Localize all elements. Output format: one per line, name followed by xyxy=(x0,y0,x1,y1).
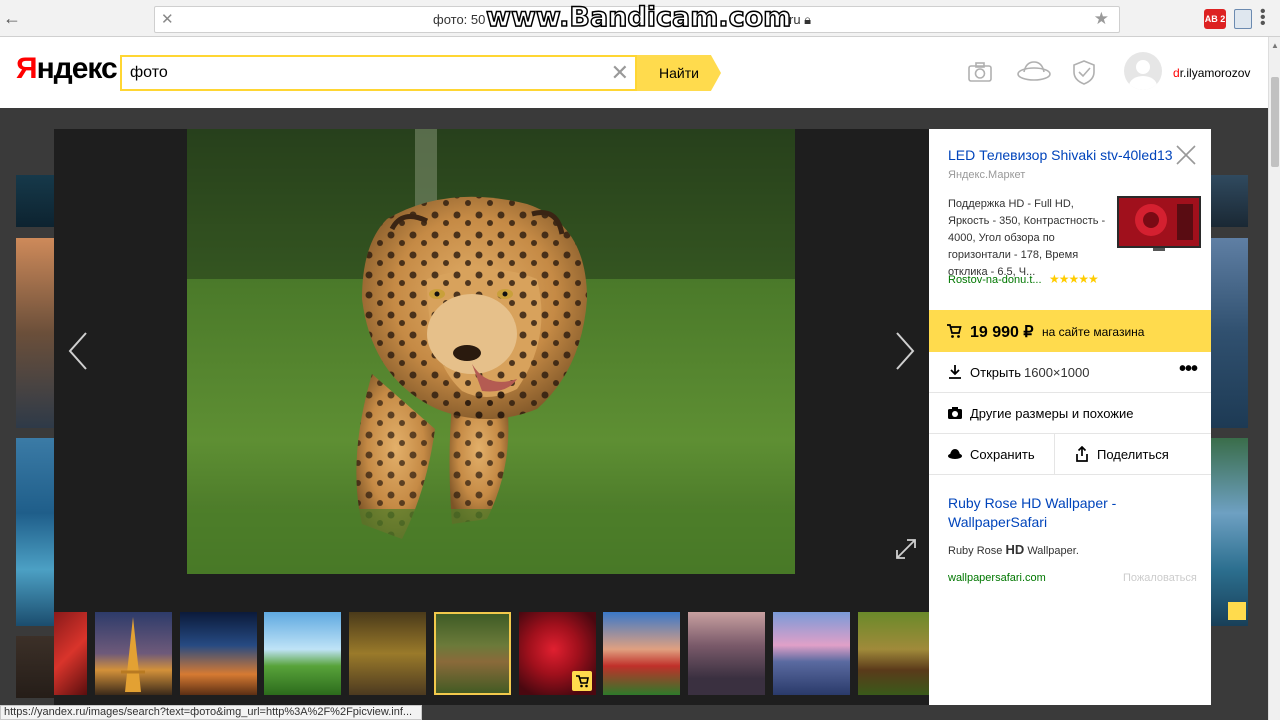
browser-menu-icon[interactable]: • • • xyxy=(1260,4,1266,32)
similar-images-row[interactable]: Другие размеры и похожие xyxy=(929,393,1211,434)
clear-search-icon[interactable]: ✕ xyxy=(611,60,629,86)
save-button[interactable]: Сохранить xyxy=(929,434,1055,475)
previous-arrow-icon[interactable] xyxy=(64,329,94,373)
address-tail: ru 🔒︎ xyxy=(789,12,812,27)
price-where: на сайте магазина xyxy=(1042,325,1145,339)
next-arrow-icon[interactable] xyxy=(889,329,919,373)
save-label: Сохранить xyxy=(970,447,1035,462)
share-icon xyxy=(1076,446,1088,462)
cart-icon xyxy=(572,671,592,691)
thumbnail-city-aerial[interactable] xyxy=(688,612,765,695)
result-tile[interactable] xyxy=(1211,438,1248,626)
close-tab-icon[interactable]: ✕ xyxy=(161,10,174,28)
collections-icon xyxy=(948,449,962,459)
thumbnail-eiffel-tower[interactable] xyxy=(95,612,172,695)
product-image[interactable] xyxy=(1117,196,1201,253)
bookmark-star-icon[interactable]: ★ xyxy=(1094,9,1109,29)
result-tile[interactable] xyxy=(16,438,54,626)
avatar[interactable] xyxy=(1124,52,1162,90)
cart-icon xyxy=(947,324,962,338)
scrollbar-thumb[interactable] xyxy=(1271,77,1279,167)
store-link[interactable]: Rostov-na-donu.t... xyxy=(948,274,1042,286)
back-arrow-icon[interactable]: ← xyxy=(2,8,22,28)
product-title-link[interactable]: LED Телевизор Shivaki stv-40led13 xyxy=(948,147,1173,163)
open-image-row[interactable]: Открыть 1600×1000 ••• xyxy=(929,352,1211,393)
share-label: Поделиться xyxy=(1097,447,1169,462)
thumbnail-red-car[interactable] xyxy=(54,612,87,695)
search-input[interactable] xyxy=(130,63,600,83)
thumbnail-city-night[interactable] xyxy=(180,612,257,695)
buy-price-button[interactable]: 19 990 ₽ на сайте магазина xyxy=(929,310,1211,352)
shield-icon[interactable] xyxy=(1070,58,1098,86)
yandex-logo[interactable]: Яндекс xyxy=(16,52,118,86)
extension-icon[interactable] xyxy=(1234,9,1252,29)
result-tile[interactable] xyxy=(16,636,54,698)
search-button[interactable]: Найти xyxy=(637,55,721,91)
related-description: Ruby Rose HD Wallpaper. xyxy=(948,542,1079,557)
thumbnail-atv[interactable] xyxy=(349,612,426,695)
camera-search-icon xyxy=(948,407,962,419)
thumbnail-red-rose[interactable] xyxy=(519,612,596,695)
thumbnail-tulip-field[interactable] xyxy=(603,612,680,695)
result-tile[interactable] xyxy=(1211,238,1248,428)
save-share-row: Сохранить Поделиться xyxy=(929,434,1211,475)
adblock-extension-icon[interactable]: AB 2 xyxy=(1204,9,1226,29)
share-button[interactable]: Поделиться xyxy=(1056,434,1211,475)
camera-search-icon[interactable] xyxy=(966,58,994,86)
username[interactable]: dr.ilyamorozov xyxy=(1173,66,1250,80)
product-source: Яндекс.Маркет xyxy=(948,169,1026,181)
related-site-link[interactable]: wallpapersafari.com xyxy=(948,572,1046,584)
cart-badge-icon xyxy=(1228,602,1246,620)
more-icon[interactable]: ••• xyxy=(1179,358,1198,381)
collections-icon[interactable] xyxy=(1016,58,1052,86)
price: 19 990 ₽ xyxy=(970,324,1034,341)
scroll-up-icon[interactable]: ▲ xyxy=(1271,41,1279,50)
result-tile[interactable] xyxy=(16,238,54,428)
rating-stars: ★★★★★ xyxy=(1049,272,1099,286)
image-viewer xyxy=(54,129,929,705)
product-description: Поддержка HD - Full HD, Яркость - 350, К… xyxy=(948,198,1106,278)
yandex-header: Яндекс ✕ Найти dr.ilyamorozov xyxy=(0,37,1268,108)
image-dimensions: 1600×1000 xyxy=(1024,365,1090,380)
download-icon xyxy=(949,365,961,379)
address-text: фото: 50 xyxy=(433,12,486,27)
result-tile[interactable] xyxy=(1211,175,1248,227)
thumbnail-jaguar[interactable] xyxy=(434,612,511,695)
fullscreen-icon[interactable] xyxy=(894,537,918,561)
search-box: ✕ xyxy=(120,55,637,91)
close-icon[interactable] xyxy=(1174,143,1198,167)
recording-watermark: www.Bandicam.com xyxy=(485,1,792,34)
complain-link[interactable]: Пожаловаться xyxy=(1123,572,1197,584)
status-bar-url: https://yandex.ru/images/search?text=фот… xyxy=(0,705,422,720)
similar-label: Другие размеры и похожие xyxy=(970,406,1134,421)
thumbnail-forest-cabin[interactable] xyxy=(858,612,929,695)
result-tile[interactable] xyxy=(16,175,54,227)
thumbnail-green-field[interactable] xyxy=(264,612,341,695)
thumbnail-strip xyxy=(54,611,929,695)
related-title-link[interactable]: Ruby Rose HD Wallpaper - WallpaperSafari xyxy=(948,494,1198,532)
page-scrollbar[interactable]: ▲ xyxy=(1268,37,1280,720)
thumbnail-mountain-lake[interactable] xyxy=(773,612,850,695)
open-label: Открыть xyxy=(970,365,1022,380)
jaguar-photo[interactable] xyxy=(187,129,795,574)
image-info-panel: LED Телевизор Shivaki stv-40led13 Яндекс… xyxy=(929,129,1211,705)
